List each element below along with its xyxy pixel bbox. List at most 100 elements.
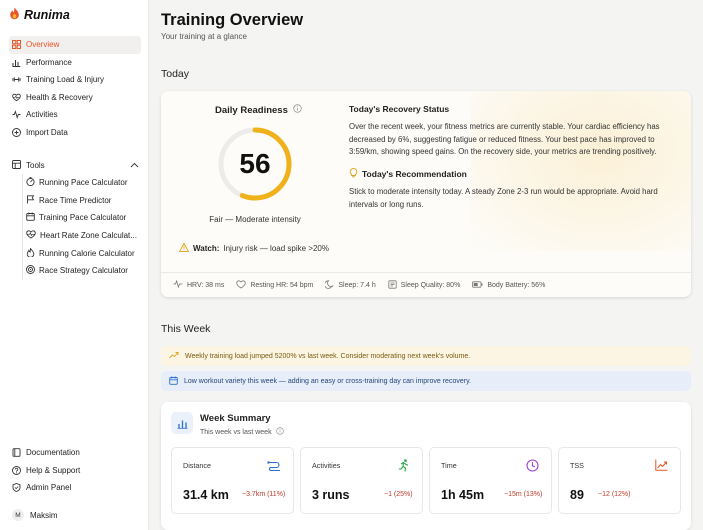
tools-icon bbox=[12, 160, 21, 171]
recommendation-title-text: Today's Recommendation bbox=[362, 169, 467, 179]
lightbulb-icon bbox=[349, 168, 358, 180]
page-title: Training Overview bbox=[161, 11, 304, 29]
sidebar-item-import[interactable]: Import Data bbox=[9, 124, 141, 142]
tools-label: Tools bbox=[26, 161, 45, 170]
tool-label: Race Time Predictor bbox=[39, 195, 112, 205]
sidebar-item-label: Activities bbox=[26, 110, 58, 120]
stat-card-distance[interactable]: Distance 31.4 km −3.7km (11%) bbox=[171, 447, 294, 514]
tool-label: Running Pace Calculator bbox=[39, 178, 128, 188]
stat-value: 31.4 km bbox=[183, 488, 229, 502]
sidebar-item-training-load[interactable]: Training Load & Injury bbox=[9, 71, 141, 89]
gauge-icon bbox=[26, 177, 35, 188]
week-summary-title: Week Summary bbox=[200, 413, 271, 424]
stat-card-activities[interactable]: Activities 3 runs −1 (25%) bbox=[300, 447, 423, 514]
warning-icon bbox=[178, 242, 190, 254]
sidebar-item-admin[interactable]: Admin Panel bbox=[9, 479, 141, 497]
app-root: Runima Overview Performance Training Loa… bbox=[0, 0, 703, 530]
metric-hrv: HRV: 38 ms bbox=[173, 279, 225, 290]
stat-delta: −12 (12%) bbox=[598, 491, 631, 498]
sidebar-item-label: Training Load & Injury bbox=[26, 75, 104, 85]
stat-delta: −3.7km (11%) bbox=[242, 491, 286, 498]
heart-pulse-icon bbox=[26, 230, 36, 241]
tool-label: Running Calorie Calculator bbox=[39, 248, 135, 258]
recovery-status-title: Today's Recovery Status bbox=[349, 104, 450, 114]
main-nav: Overview Performance Training Load & Inj… bbox=[9, 36, 141, 141]
book-icon bbox=[12, 448, 21, 457]
bar-chart-icon bbox=[12, 58, 21, 67]
metric-sleep: Sleep: 7.4 h bbox=[324, 279, 376, 291]
metric-label: Sleep: 7.4 h bbox=[338, 281, 376, 289]
stat-value: 89 bbox=[570, 488, 584, 502]
sidebar-item-label: Health & Recovery bbox=[26, 92, 93, 102]
dumbbell-icon bbox=[12, 75, 21, 84]
shield-icon bbox=[12, 483, 21, 493]
readiness-title-text: Daily Readiness bbox=[215, 104, 288, 116]
stat-value: 1h 45m bbox=[441, 488, 485, 502]
user-name: Maksim bbox=[30, 510, 58, 520]
metric-label: Body Battery: 56% bbox=[487, 281, 546, 289]
info-icon[interactable] bbox=[293, 104, 302, 116]
activity-icon bbox=[12, 110, 21, 120]
calendar-icon bbox=[26, 212, 35, 223]
sidebar-item-label: Admin Panel bbox=[26, 483, 72, 493]
trend-icon bbox=[655, 459, 668, 473]
health-metrics-bar: HRV: 38 ms Resting HR: 54 bpm Sleep: 7.4… bbox=[161, 272, 691, 297]
stat-delta: −1 (25%) bbox=[384, 491, 413, 498]
variety-alert: Low workout variety this week — adding a… bbox=[161, 371, 691, 391]
stat-delta: −15m (13%) bbox=[504, 491, 543, 498]
readiness-title: Daily Readiness bbox=[215, 104, 302, 116]
metric-label: HRV: 38 ms bbox=[187, 281, 225, 289]
tool-running-calorie[interactable]: Running Calorie Calculator bbox=[23, 244, 140, 262]
sidebar-item-label: Overview bbox=[26, 40, 60, 50]
battery-icon bbox=[472, 280, 483, 290]
recommendation-title: Today's Recommendation bbox=[349, 168, 467, 180]
pulse-icon bbox=[173, 279, 183, 290]
bottom-nav: Documentation Help & Support Admin Panel bbox=[9, 444, 141, 497]
sidebar: Runima Overview Performance Training Loa… bbox=[0, 0, 149, 530]
tool-heart-rate-zone[interactable]: Heart Rate Zone Calculat... bbox=[23, 227, 140, 245]
flame-logo-icon bbox=[9, 7, 20, 22]
sidebar-item-documentation[interactable]: Documentation bbox=[9, 444, 141, 462]
sidebar-item-label: Help & Support bbox=[26, 465, 81, 475]
sidebar-item-health[interactable]: Health & Recovery bbox=[9, 89, 141, 107]
moon-icon bbox=[324, 279, 334, 291]
sidebar-item-performance[interactable]: Performance bbox=[9, 54, 141, 72]
alert-text: Low workout variety this week — adding a… bbox=[184, 377, 471, 385]
load-spike-alert: Weekly training load jumped 5200% vs las… bbox=[161, 346, 691, 366]
trend-up-icon bbox=[169, 351, 179, 361]
user-menu[interactable]: M Maksim bbox=[12, 509, 58, 521]
tools-list: Running Pace Calculator Race Time Predic… bbox=[22, 174, 140, 280]
help-circle-icon bbox=[12, 465, 21, 475]
tool-race-strategy[interactable]: Race Strategy Calculator bbox=[23, 262, 140, 280]
brand-name: Runima bbox=[24, 7, 70, 22]
stat-label: Distance bbox=[183, 461, 211, 470]
sidebar-item-overview[interactable]: Overview bbox=[9, 36, 141, 54]
week-summary-subtitle: This week vs last week bbox=[200, 427, 284, 437]
avatar: M bbox=[12, 509, 24, 521]
heart-pulse-icon bbox=[12, 93, 21, 102]
metric-label: Resting HR: 54 bpm bbox=[250, 281, 314, 289]
stat-value: 3 runs bbox=[312, 488, 350, 502]
metric-body-battery: Body Battery: 56% bbox=[472, 280, 546, 290]
bar-chart-icon bbox=[171, 412, 193, 434]
stat-card-time[interactable]: Time 1h 45m −15m (13%) bbox=[429, 447, 552, 514]
tools-section-toggle[interactable]: Tools bbox=[9, 157, 139, 174]
plus-circle-icon bbox=[12, 127, 21, 137]
sidebar-item-activities[interactable]: Activities bbox=[9, 106, 141, 124]
stat-card-tss[interactable]: TSS 89 −12 (12%) bbox=[558, 447, 681, 514]
stat-label: TSS bbox=[570, 461, 584, 470]
metric-label: Sleep Quality: 80% bbox=[400, 281, 461, 289]
info-icon[interactable] bbox=[275, 427, 284, 437]
tool-running-pace[interactable]: Running Pace Calculator bbox=[23, 174, 140, 192]
recommendation-text: Stick to moderate intensity today. A ste… bbox=[349, 187, 658, 209]
sidebar-item-help[interactable]: Help & Support bbox=[9, 462, 141, 480]
calendar-icon bbox=[169, 376, 178, 387]
flame-icon bbox=[26, 247, 35, 259]
watch-warning: Watch: Injury risk — load spike >20% bbox=[178, 242, 329, 254]
tool-race-time[interactable]: Race Time Predictor bbox=[23, 192, 140, 210]
flag-icon bbox=[26, 195, 35, 206]
tool-training-pace[interactable]: Training Pace Calculator bbox=[23, 209, 140, 227]
brand[interactable]: Runima bbox=[9, 7, 70, 22]
sidebar-item-label: Documentation bbox=[26, 448, 80, 458]
section-title-today: Today bbox=[161, 68, 190, 80]
